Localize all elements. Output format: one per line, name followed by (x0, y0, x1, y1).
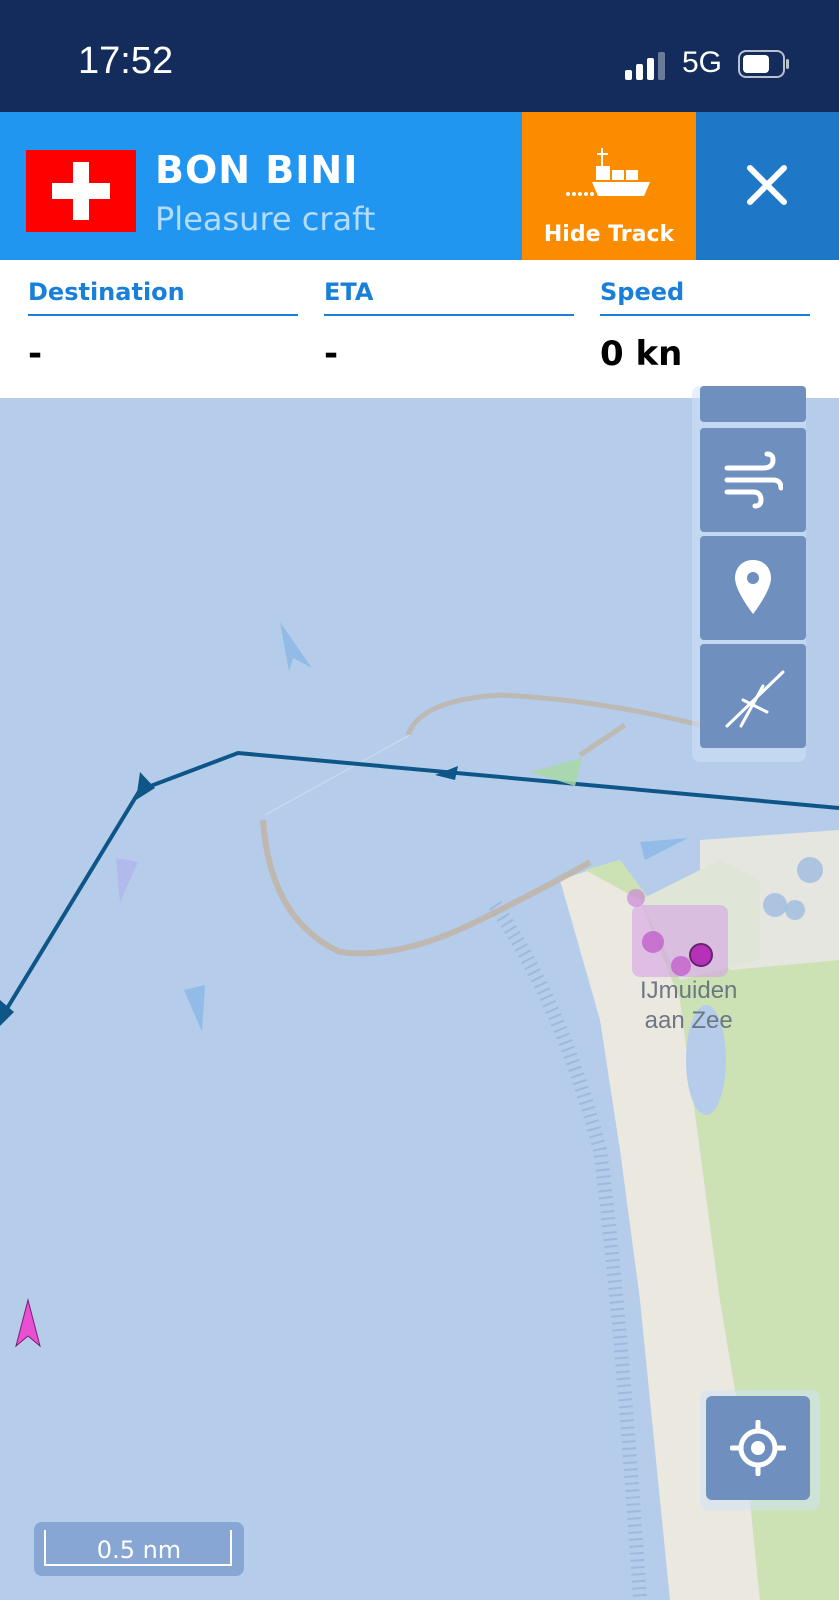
hide-track-button[interactable]: Hide Track (522, 112, 696, 260)
destination-field: Destination - (28, 278, 298, 374)
map-tool-button-partial[interactable] (700, 386, 806, 422)
eta-value: - (324, 334, 339, 374)
network-type: 5G (682, 46, 723, 79)
vessel-header: BON BINI Pleasure craft Hide Track (0, 112, 839, 260)
speed-field: Speed 0 kn (600, 278, 810, 374)
close-button[interactable] (696, 112, 839, 260)
vessel-type: Pleasure craft (155, 200, 376, 238)
town-label-line2: aan Zee (644, 1007, 733, 1034)
destination-value: - (28, 334, 43, 374)
map-tool-panel (692, 386, 806, 762)
speed-value: 0 kn (600, 334, 683, 374)
vessel-name: BON BINI (155, 148, 359, 192)
locate-me-button[interactable] (700, 1390, 820, 1510)
town-label: IJmuiden aan Zee (640, 976, 737, 1036)
map-scale: 0.5 nm (34, 1522, 244, 1576)
destination-label: Destination (28, 278, 298, 316)
swiss-flag-icon (26, 150, 136, 232)
signal-icon (625, 52, 665, 80)
measure-compass-icon (725, 670, 785, 728)
status-bar: 17:52 5G (0, 0, 839, 112)
wind-button[interactable] (700, 428, 806, 532)
eta-label: ETA (324, 278, 574, 316)
measure-button[interactable] (700, 644, 806, 748)
locate-me-button-inner (706, 1396, 810, 1500)
location-pin-button[interactable] (700, 536, 806, 640)
scale-label: 0.5 nm (96, 1536, 182, 1564)
wind-icon (724, 451, 783, 509)
ship-track-icon (566, 148, 650, 196)
eta-field: ETA - (324, 278, 574, 374)
town-label-line1: IJmuiden (640, 977, 738, 1004)
location-pin-icon (735, 560, 771, 614)
vessel-info-row: Destination - ETA - Speed 0 kn (0, 260, 839, 398)
speed-label: Speed (600, 278, 810, 316)
hide-track-label: Hide Track (543, 222, 675, 247)
crosshair-icon (730, 1420, 786, 1476)
battery-icon (738, 50, 789, 78)
status-time: 17:52 (78, 40, 174, 82)
close-icon (747, 165, 787, 205)
